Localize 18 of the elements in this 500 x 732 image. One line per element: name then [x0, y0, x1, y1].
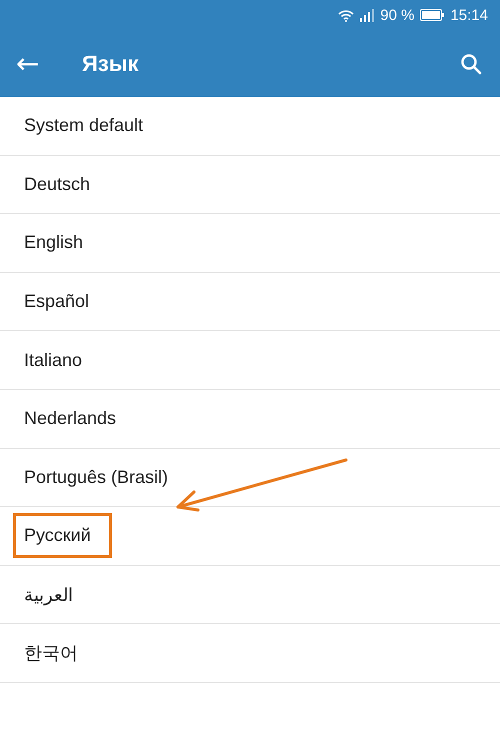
back-button[interactable]: ←: [16, 47, 54, 80]
wifi-icon: [338, 8, 354, 22]
language-item[interactable]: Deutsch: [13, 162, 102, 207]
language-item[interactable]: Русский: [13, 513, 112, 558]
language-item[interactable]: Português (Brasil): [13, 454, 180, 500]
language-item[interactable]: Español: [13, 279, 100, 324]
language-item[interactable]: 한국어: [13, 629, 89, 678]
language-item[interactable]: Nederlands: [13, 396, 128, 442]
screen-title: Язык: [82, 50, 140, 76]
language-item[interactable]: System default: [13, 103, 154, 148]
search-icon[interactable]: [460, 52, 482, 74]
signal-icon: [360, 8, 374, 22]
battery-percent: 90 %: [380, 6, 414, 24]
battery-icon: [420, 9, 444, 21]
clock: 15:14: [450, 6, 488, 24]
language-item[interactable]: Italiano: [13, 338, 94, 383]
language-item[interactable]: العربية: [13, 572, 84, 618]
language-item[interactable]: English: [13, 220, 94, 266]
